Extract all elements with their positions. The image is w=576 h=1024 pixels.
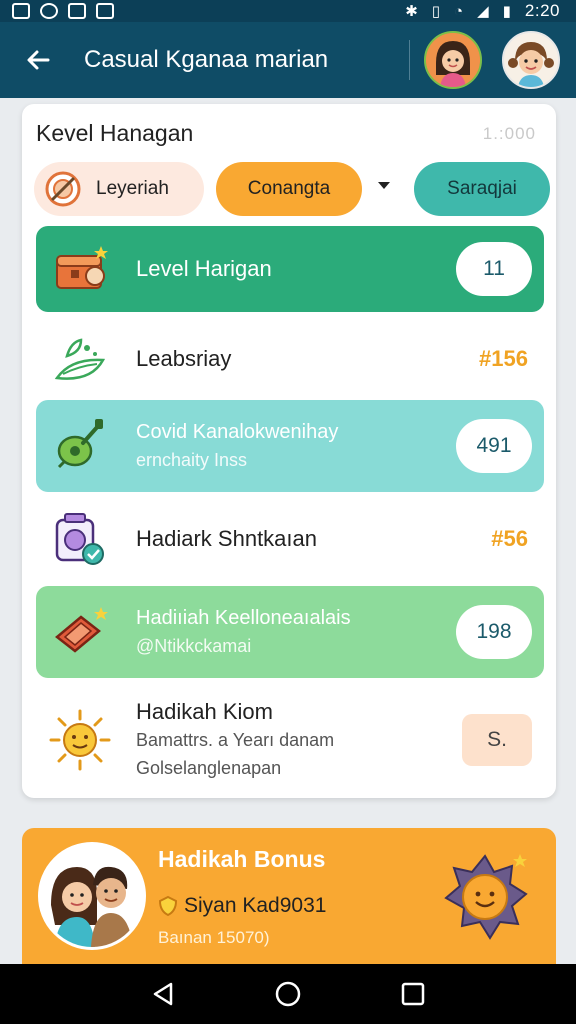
sun-icon (48, 708, 112, 772)
girl-avatar-icon (426, 33, 480, 87)
list-item-leabsriay[interactable]: Leabsriay #156 (36, 316, 544, 402)
nav-back-icon (153, 982, 172, 1006)
card-count: 1.:000 (482, 124, 536, 143)
list-item-hadikah-kiom[interactable]: Hadikah Kiom Bamattrs. a Yearı danam Gol… (36, 690, 544, 790)
nav-home-icon (275, 981, 301, 1007)
list-item-badge: 491 (456, 419, 532, 473)
treasure-chest-icon (48, 237, 112, 301)
list-item-title: Covid Kanalokwenihay (136, 421, 339, 443)
clock-icon (40, 3, 58, 19)
chevron-down-icon[interactable] (378, 182, 390, 189)
list-item-value: #56 (491, 526, 528, 551)
smiling-sun-icon (440, 852, 530, 942)
nav-back-button[interactable] (143, 974, 183, 1014)
target-icon (45, 171, 81, 207)
filter-row: Leyeriah Conangta Saraqjai (34, 162, 550, 216)
guitar-icon (48, 414, 112, 478)
list-item-title: Level Harigan (136, 256, 272, 281)
list-item-level-harigan[interactable]: Level Harigan 11 (36, 226, 544, 312)
camera-icon (48, 507, 112, 571)
list-item-badge: 11 (456, 242, 532, 296)
filter-chip-label: Conangta (247, 178, 331, 199)
nav-recents-icon (402, 982, 425, 1006)
list-item-subtitle: ernchaity Inss (136, 450, 248, 470)
arrow-left-icon (27, 50, 50, 70)
image-icon (12, 3, 30, 19)
list-item-subtitle: Bamattrs. a Yearı danam (136, 730, 335, 750)
couple-avatar (38, 842, 146, 950)
bonus-line-text: Siyan Kad9031 (184, 894, 327, 917)
status-time: 2:20 (524, 1, 560, 20)
bluetooth-icon: ✱ (405, 3, 418, 20)
filter-chip-leyeriah[interactable]: Leyeriah (34, 162, 204, 216)
bonus-line: Siyan Kad9031 (158, 894, 326, 918)
battery-icon: ▮ (502, 3, 511, 20)
bonus-title: Hadikah Bonus (158, 846, 326, 872)
app-bar-divider (409, 40, 410, 80)
list-item-subtitle: @Ntikkckamai (136, 636, 252, 656)
list-item-value: #156 (479, 346, 528, 371)
bonus-card[interactable]: Hadikah Bonus Siyan Kad9031 Baınan 15070… (22, 828, 556, 964)
list-item-text: Covid Kanalokwenihay ernchaity Inss (136, 421, 456, 471)
vibrate-icon: ▯ (431, 3, 441, 20)
list-item-covid[interactable]: Covid Kanalokwenihay ernchaity Inss 491 (36, 400, 544, 492)
status-bar: ✱ ▯ ◔ ◢ ▮ 2:20 (0, 0, 576, 22)
app-title: Casual Kganaa marian (84, 46, 329, 73)
nav-recents-button[interactable] (393, 974, 433, 1014)
home-app-icon (68, 3, 86, 19)
list-item-text: Hadiıiah Keelloneaıalais @Ntikkckamai (136, 607, 456, 657)
list-item-title: Hadiark Shntkaıan (136, 526, 317, 551)
herb-leaf-icon (48, 327, 112, 391)
list-item-hadiark[interactable]: Hadiark Shntkaıan #56 (36, 496, 544, 582)
photo-icon (96, 3, 114, 19)
list-item-hadiiah[interactable]: Hadiıiah Keelloneaıalais @Ntikkckamai 19… (36, 586, 544, 678)
signal-icon: ◢ (477, 3, 489, 20)
list-item-title: Leabsriay (136, 346, 232, 371)
list-item-text: Hadikah Kiom Bamattrs. a Yearı danam Gol… (136, 699, 462, 781)
nav-home-button[interactable] (268, 974, 308, 1014)
filter-chip-conangta[interactable]: Conangta (216, 162, 362, 216)
status-left-icons (12, 3, 114, 19)
list-item-text: Level Harigan (136, 256, 456, 282)
shield-icon (158, 895, 178, 917)
list-item-badge: 198 (456, 605, 532, 659)
avatar-girl[interactable] (424, 31, 482, 89)
list-item-title: Hadikah Kiom (136, 699, 273, 724)
filter-chip-label: Saraqjai (447, 178, 517, 199)
list-item-badge: S. (462, 714, 532, 766)
list-item-subtitle-2: Golselanglenapan (136, 758, 282, 778)
bonus-subtitle: Baınan 15070) (158, 928, 270, 947)
tag-icon (48, 600, 112, 664)
list-item-text: Hadiark Shntkaıan (136, 526, 491, 552)
card-title: Kevel Hanagan (36, 120, 194, 146)
avatar-kid[interactable] (502, 31, 560, 89)
wifi-icon: ◔ (454, 2, 464, 20)
system-nav-bar (0, 964, 576, 1024)
level-list-card: Kevel Hanagan 1.:000 Leyeriah Conangta S… (22, 104, 556, 798)
filter-chip-saraqjai[interactable]: Saraqjai (414, 162, 550, 216)
app-bar: Casual Kganaa marian (0, 22, 576, 98)
list-item-title: Hadiıiah Keelloneaıalais (136, 607, 351, 629)
filter-chip-label: Leyeriah (96, 178, 169, 199)
kid-avatar-icon (504, 33, 558, 87)
list-item-text: Leabsriay (136, 346, 479, 372)
couple-avatar-icon (41, 845, 143, 947)
back-button[interactable] (16, 38, 60, 82)
status-right: ✱ ▯ ◔ ◢ ▮ 2:20 (405, 1, 560, 21)
